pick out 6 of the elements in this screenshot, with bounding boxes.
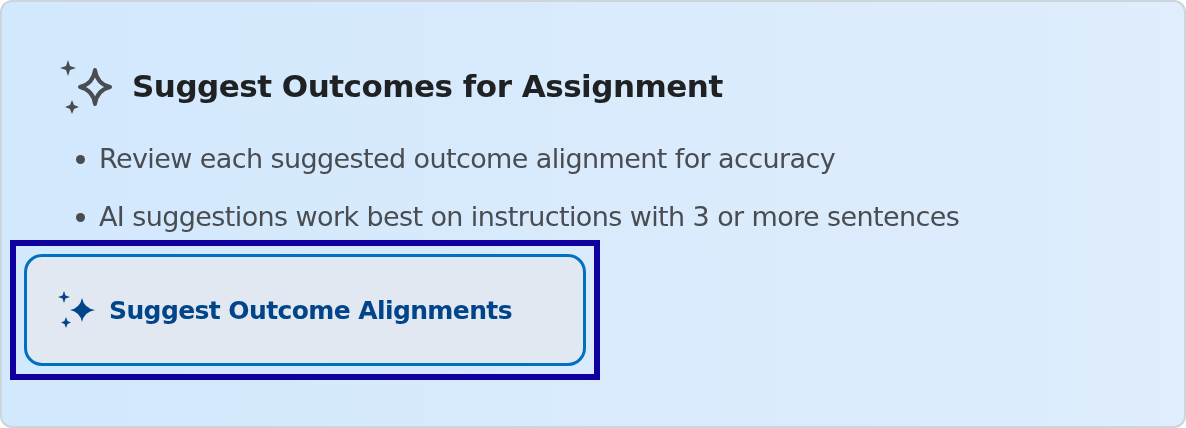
card-title: Suggest Outcomes for Assignment xyxy=(132,68,723,104)
tip-text: AI suggestions work best on instructions with 3 or more sentences xyxy=(99,200,960,234)
tip-text: Review each suggested outcome alignment for accuracy xyxy=(99,142,836,176)
bullet-dot xyxy=(76,212,85,222)
bullet-dot xyxy=(76,154,85,164)
suggest-alignments-button[interactable]: Suggest Outcome Alignments xyxy=(24,254,586,366)
